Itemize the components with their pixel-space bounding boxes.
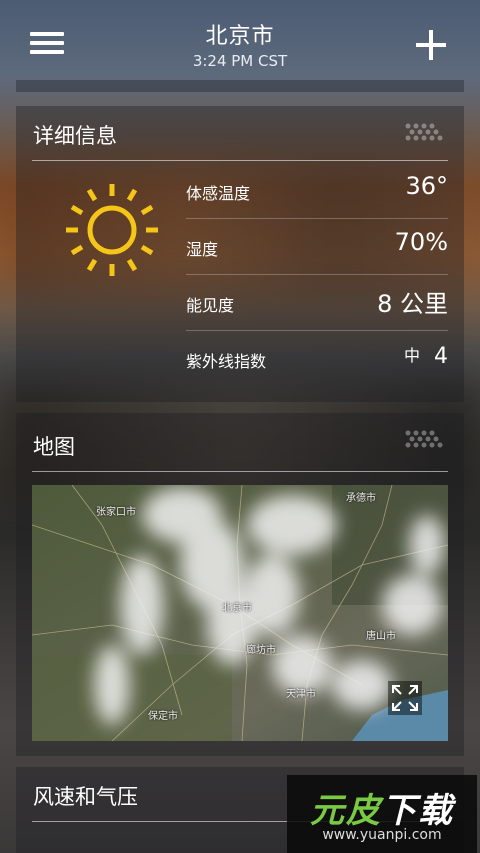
map-divider	[32, 471, 448, 472]
visibility-row: 能见度 8 公里	[186, 274, 448, 331]
map-card-title: 地图	[33, 435, 75, 459]
map-label-chengde: 承德市	[346, 493, 376, 504]
feels-like-row: 体感温度 36°	[186, 162, 448, 219]
map-card: 地图 张家口市 承德市 北京市 唐山市 廊坊市 天津市 保定市	[16, 413, 464, 756]
uv-index-value-group: 中4	[404, 342, 448, 369]
details-divider	[32, 160, 448, 161]
humidity-label: 湿度	[186, 240, 219, 259]
drag-handle-icon[interactable]	[402, 429, 446, 449]
feels-like-value: 36°	[405, 172, 448, 200]
sun-icon	[60, 178, 164, 282]
uv-index-row: 紫外线指数 中4	[186, 330, 448, 386]
map-label-baoding: 保定市	[148, 711, 178, 722]
humidity-row: 湿度 70%	[186, 218, 448, 275]
expand-map-icon[interactable]	[388, 681, 422, 715]
app-header: 北京市 3:24 PM CST	[0, 0, 480, 80]
watermark-url: www.yuanpi.com	[322, 827, 442, 843]
details-card: 详细信息 体感温度 36° 湿度 70% 能见度 8 公里 紫外线指数 中 4	[16, 106, 464, 402]
wind-pressure-card-title: 风速和气压	[33, 785, 138, 809]
humidity-value: 70%	[394, 228, 448, 256]
uv-index-value: 4	[434, 344, 448, 369]
details-card-title: 详细信息	[33, 124, 117, 148]
city-title: 北京市	[205, 24, 275, 49]
watermark-logo: 元皮下载	[310, 791, 454, 831]
visibility-value: 8 公里	[377, 290, 448, 318]
weather-map[interactable]: 张家口市 承德市 北京市 唐山市 廊坊市 天津市 保定市	[32, 485, 448, 741]
add-city-icon[interactable]	[414, 28, 448, 62]
map-label-langfang: 廊坊市	[246, 645, 276, 656]
visibility-label: 能见度	[186, 296, 235, 315]
uv-index-level: 中	[403, 346, 420, 365]
map-label-tangshan: 唐山市	[366, 631, 396, 642]
feels-like-label: 体感温度	[186, 184, 251, 203]
drag-handle-icon[interactable]	[402, 122, 446, 142]
map-label-zhangjiakou: 张家口市	[96, 507, 136, 518]
map-label-tianjin: 天津市	[286, 689, 316, 700]
map-label-beijing: 北京市	[222, 603, 252, 614]
site-watermark: 元皮下载 www.yuanpi.com	[287, 775, 477, 853]
previous-card-edge	[16, 80, 464, 92]
uv-index-label: 紫外线指数	[186, 352, 267, 371]
local-time: 3:24 PM CST	[192, 52, 288, 70]
